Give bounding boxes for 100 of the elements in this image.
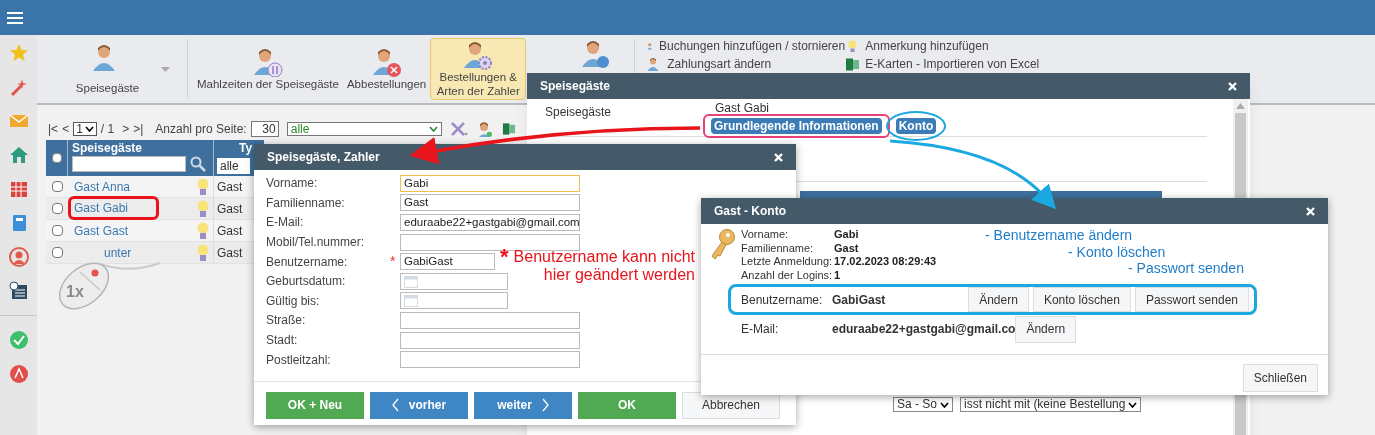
toolbar-button[interactable]: Bestellungen & Arten der Zahler bbox=[430, 38, 527, 100]
search-icon[interactable] bbox=[190, 156, 206, 172]
checkbox[interactable] bbox=[51, 153, 62, 163]
annotation-text: Benutzername kann nicht bbox=[513, 248, 695, 266]
close-button[interactable]: Schließen bbox=[1242, 364, 1318, 392]
toolbar-link[interactable]: E-Karten - Importieren von Excel bbox=[845, 56, 1040, 72]
guest-link[interactable]: Gast Gabi bbox=[71, 199, 129, 217]
chevron-down-icon bbox=[428, 126, 438, 132]
first-page-link[interactable]: |< bbox=[48, 120, 59, 138]
toolbar-button[interactable]: Mahlzeiten der Speisegäste bbox=[193, 38, 343, 100]
table-cell-text: Gast bbox=[216, 245, 243, 262]
tab[interactable]: Konto bbox=[895, 118, 937, 134]
checkbox[interactable] bbox=[51, 225, 63, 236]
page-select[interactable]: 1 bbox=[73, 122, 97, 136]
per-page-field[interactable]: 30 bbox=[250, 121, 279, 137]
annotation-text: hier geändert werden bbox=[543, 266, 695, 284]
menu-icon[interactable] bbox=[7, 11, 23, 24]
last-page-link[interactable]: >| bbox=[133, 120, 144, 138]
annotation-text: - Benutzername ändern bbox=[985, 227, 1134, 244]
toolbar-link[interactable]: Buchungen hinzufügen / stornieren bbox=[647, 38, 846, 54]
field-value: 1 bbox=[834, 268, 841, 282]
button[interactable]: Ändern bbox=[968, 287, 1029, 312]
chevron-down-icon bbox=[1128, 401, 1138, 408]
field-label: Familienname: bbox=[266, 194, 346, 212]
close-icon[interactable] bbox=[1228, 81, 1237, 91]
annotation-text: - Passwort senden bbox=[1128, 260, 1244, 277]
person-cancel-icon bbox=[371, 47, 402, 77]
field-label: E-Mail: bbox=[266, 214, 305, 232]
field-label: Benutzername: bbox=[741, 291, 824, 309]
dropdown-select[interactable]: Sa - So bbox=[893, 397, 954, 412]
key-icon bbox=[710, 228, 736, 260]
close-icon[interactable] bbox=[1306, 206, 1315, 216]
star-icon[interactable] bbox=[8, 43, 29, 63]
guest-link[interactable]: unter bbox=[68, 243, 132, 262]
dialog-title-bar: Speisegäste bbox=[527, 73, 1250, 99]
field-value: Gast bbox=[834, 241, 859, 255]
button[interactable]: Ändern bbox=[1015, 315, 1077, 343]
field-label: Geburtsdatum: bbox=[266, 273, 347, 291]
per-page-label: Anzahl pro Seite: bbox=[155, 121, 247, 138]
field-label: Gültig bis: bbox=[266, 292, 321, 310]
checkbox[interactable] bbox=[51, 203, 63, 214]
input-field[interactable] bbox=[400, 331, 580, 349]
chevron-down-icon bbox=[940, 401, 950, 408]
dropdown-select[interactable]: isst nicht mit (keine Bestellung bbox=[960, 397, 1142, 412]
toolbar-link[interactable]: Zahlungsart ändern bbox=[647, 56, 846, 72]
toolbar-button[interactable]: Abbestellungen bbox=[342, 38, 431, 100]
input-field[interactable]: Gast bbox=[400, 194, 580, 212]
field-label: Speisegäste bbox=[545, 104, 613, 121]
date-field[interactable] bbox=[400, 292, 508, 310]
spreadsheet-icon[interactable] bbox=[501, 121, 516, 137]
input-field[interactable] bbox=[400, 351, 580, 369]
person-circle-icon[interactable] bbox=[8, 247, 29, 267]
tools-icon[interactable] bbox=[449, 121, 468, 137]
guest-link[interactable]: Gast Anna bbox=[68, 177, 131, 196]
field-label: Postleitzahl: bbox=[266, 351, 332, 369]
field-label: Anzahl der Logins: bbox=[741, 268, 834, 282]
button[interactable]: weiter bbox=[474, 391, 572, 419]
light-bulb-icon[interactable] bbox=[197, 199, 209, 218]
button[interactable]: vorher bbox=[370, 391, 468, 419]
field-label: E-Mail: bbox=[741, 321, 780, 338]
letter-circle-icon[interactable] bbox=[8, 364, 29, 384]
toolbar-button[interactable]: Speisegäste bbox=[37, 38, 182, 100]
table-cell-text: Gast bbox=[216, 179, 243, 196]
button[interactable]: Konto löschen bbox=[1032, 287, 1131, 312]
annotation-mark: * bbox=[500, 248, 509, 266]
filter-select[interactable]: alle bbox=[286, 122, 442, 136]
guest-link[interactable]: Gast Gast bbox=[68, 221, 129, 240]
home-icon[interactable] bbox=[8, 145, 29, 165]
page-count: / 1 bbox=[100, 121, 115, 138]
date-field[interactable] bbox=[400, 272, 508, 290]
dialog-title-bar: Gast - Konto bbox=[701, 198, 1328, 224]
input-field[interactable]: eduraabe22+gastgabi@gmail.com bbox=[400, 214, 580, 231]
calendar-icon[interactable] bbox=[8, 179, 29, 199]
next-page-link[interactable]: > bbox=[122, 120, 130, 138]
light-bulb-icon[interactable] bbox=[197, 243, 209, 262]
calendar-clock-icon[interactable] bbox=[8, 281, 29, 301]
light-bulb-icon[interactable] bbox=[197, 177, 209, 196]
input-field[interactable] bbox=[400, 311, 580, 329]
field-label: Mobil/Tel.nummer: bbox=[266, 234, 366, 252]
toolbar-link[interactable]: Anmerkung hinzufügen bbox=[845, 38, 1040, 54]
input-field[interactable] bbox=[400, 233, 580, 251]
light-bulb-icon[interactable] bbox=[197, 221, 209, 240]
check-circle-icon[interactable] bbox=[8, 330, 29, 350]
scroll-up-arrow-icon[interactable] bbox=[1236, 103, 1245, 109]
prev-page-link[interactable]: < bbox=[62, 120, 70, 138]
person-coin-icon[interactable] bbox=[581, 39, 612, 71]
table-cell-text: Gast bbox=[216, 223, 243, 240]
button[interactable]: Passwort senden bbox=[1134, 287, 1249, 312]
checkbox[interactable] bbox=[51, 181, 63, 192]
type-filter-select[interactable]: alle bbox=[217, 158, 250, 174]
spreadsheet-icon bbox=[845, 56, 861, 72]
checkbox[interactable] bbox=[51, 247, 63, 258]
input-field[interactable]: GabiGast bbox=[400, 253, 495, 271]
column-header: Ty bbox=[239, 140, 253, 156]
field-label: Benutzername: bbox=[266, 253, 349, 271]
input-field[interactable]: Gabi bbox=[400, 174, 580, 192]
tab[interactable]: Grundlegende Informationen bbox=[711, 118, 882, 134]
caret-icon[interactable] bbox=[161, 66, 171, 72]
close-icon[interactable] bbox=[774, 152, 783, 162]
search-field[interactable] bbox=[72, 156, 186, 172]
